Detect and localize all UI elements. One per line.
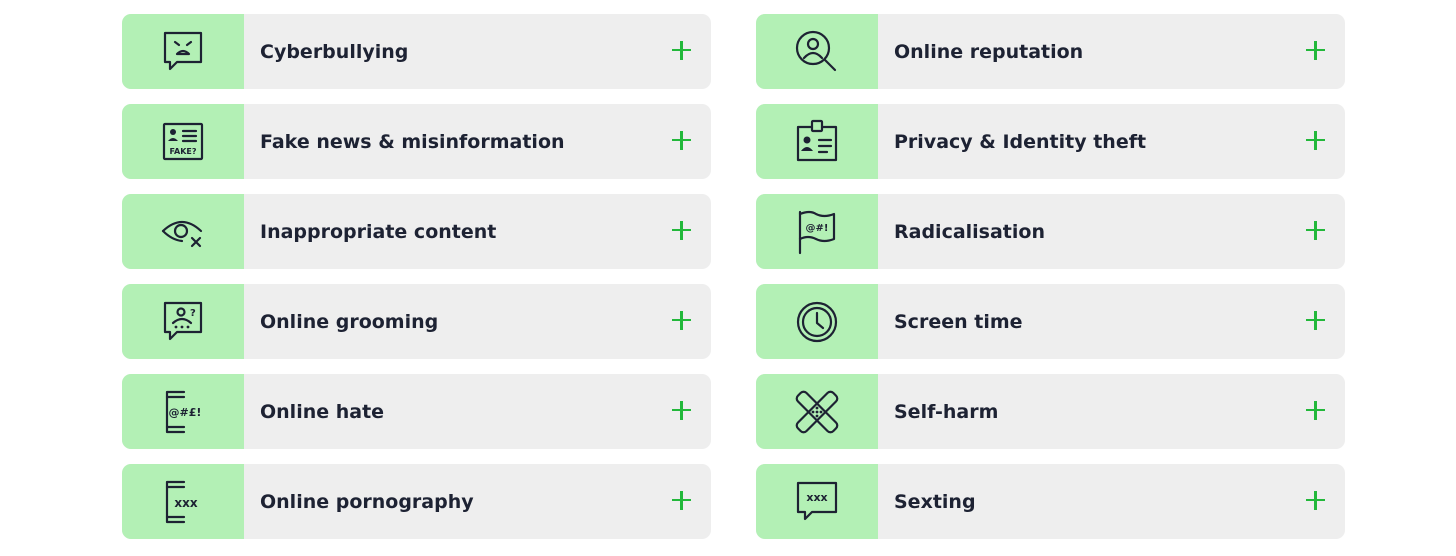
topic-item-online-pornography[interactable]: xxx Online pornography <box>122 464 711 539</box>
topic-item-inappropriate-content[interactable]: Inappropriate content <box>122 194 711 269</box>
plus-icon[interactable] <box>1306 130 1325 150</box>
hate-phone-icon: @#£! <box>165 390 202 433</box>
xxx-phone-icon: xxx <box>165 480 198 523</box>
grooming-chat-icon: ? <box>163 301 203 340</box>
fake-text: FAKE? <box>169 147 196 156</box>
icon-box <box>756 104 878 179</box>
topic-item-online-grooming[interactable]: ? Online grooming <box>122 284 711 359</box>
angry-chat-icon <box>163 31 203 70</box>
topic-label: Online grooming <box>260 310 439 333</box>
topic-label: Online reputation <box>894 40 1084 63</box>
plus-icon[interactable] <box>672 400 691 420</box>
icon-box <box>756 14 878 89</box>
id-badge-icon <box>796 119 838 161</box>
icon-box <box>756 374 878 449</box>
xxx-chat-icon: xxx <box>796 481 838 520</box>
topic-label: Online pornography <box>260 490 474 513</box>
topic-item-fake-news[interactable]: FAKE? Fake news & misinformation <box>122 104 711 179</box>
icon-box: xxx <box>756 464 878 539</box>
plus-icon[interactable] <box>672 220 691 240</box>
icon-box: FAKE? <box>122 104 244 179</box>
topic-item-privacy-identity-theft[interactable]: Privacy & Identity theft <box>756 104 1345 179</box>
icon-box <box>122 194 244 269</box>
xxx-text: xxx <box>806 491 827 504</box>
topic-label: Privacy & Identity theft <box>894 130 1147 153</box>
xxx-text: xxx <box>174 496 197 510</box>
icon-box: xxx <box>122 464 244 539</box>
plus-icon[interactable] <box>1306 40 1325 60</box>
plus-icon[interactable] <box>1306 220 1325 240</box>
left-topic-column: Cyberbullying FAKE? Fake news & misinfor… <box>122 14 711 554</box>
topic-item-radicalisation[interactable]: @#! Radicalisation <box>756 194 1345 269</box>
topic-item-cyberbullying[interactable]: Cyberbullying <box>122 14 711 89</box>
topic-item-sexting[interactable]: xxx Sexting <box>756 464 1345 539</box>
topic-label: Sexting <box>894 490 976 513</box>
plus-icon[interactable] <box>1306 310 1325 330</box>
topic-item-screen-time[interactable]: Screen time <box>756 284 1345 359</box>
topic-label: Cyberbullying <box>260 40 409 63</box>
right-topic-column: Online reputation Privacy & Identity the… <box>756 14 1345 554</box>
eye-cross-icon <box>161 220 203 247</box>
topic-label: Self-harm <box>894 400 999 423</box>
clock-icon <box>796 301 838 342</box>
plus-icon[interactable] <box>672 310 691 330</box>
topic-label: Inappropriate content <box>260 220 497 243</box>
icon-box: ? <box>122 284 244 359</box>
icon-box: @#£! <box>122 374 244 449</box>
question-text: ? <box>190 308 196 319</box>
plus-icon[interactable] <box>672 490 691 510</box>
plus-icon[interactable] <box>1306 400 1325 420</box>
plus-icon[interactable] <box>672 130 691 150</box>
topic-label: Screen time <box>894 310 1023 333</box>
topic-item-online-hate[interactable]: @#£! Online hate <box>122 374 711 449</box>
plus-icon[interactable] <box>1306 490 1325 510</box>
topic-label: Fake news & misinformation <box>260 130 565 153</box>
topic-item-self-harm[interactable]: Self-harm <box>756 374 1345 449</box>
topic-item-online-reputation[interactable]: Online reputation <box>756 14 1345 89</box>
plus-icon[interactable] <box>672 40 691 60</box>
topic-label: Radicalisation <box>894 220 1045 243</box>
flag-symbols-text: @#! <box>806 223 829 234</box>
hate-symbols-text: @#£! <box>169 406 202 419</box>
icon-box <box>756 284 878 359</box>
fake-id-card-icon: FAKE? <box>162 122 204 160</box>
person-magnifier-icon <box>795 30 837 71</box>
topic-label: Online hate <box>260 400 385 423</box>
bandages-icon <box>795 390 839 433</box>
flag-icon: @#! <box>798 210 836 254</box>
icon-box: @#! <box>756 194 878 269</box>
icon-box <box>122 14 244 89</box>
